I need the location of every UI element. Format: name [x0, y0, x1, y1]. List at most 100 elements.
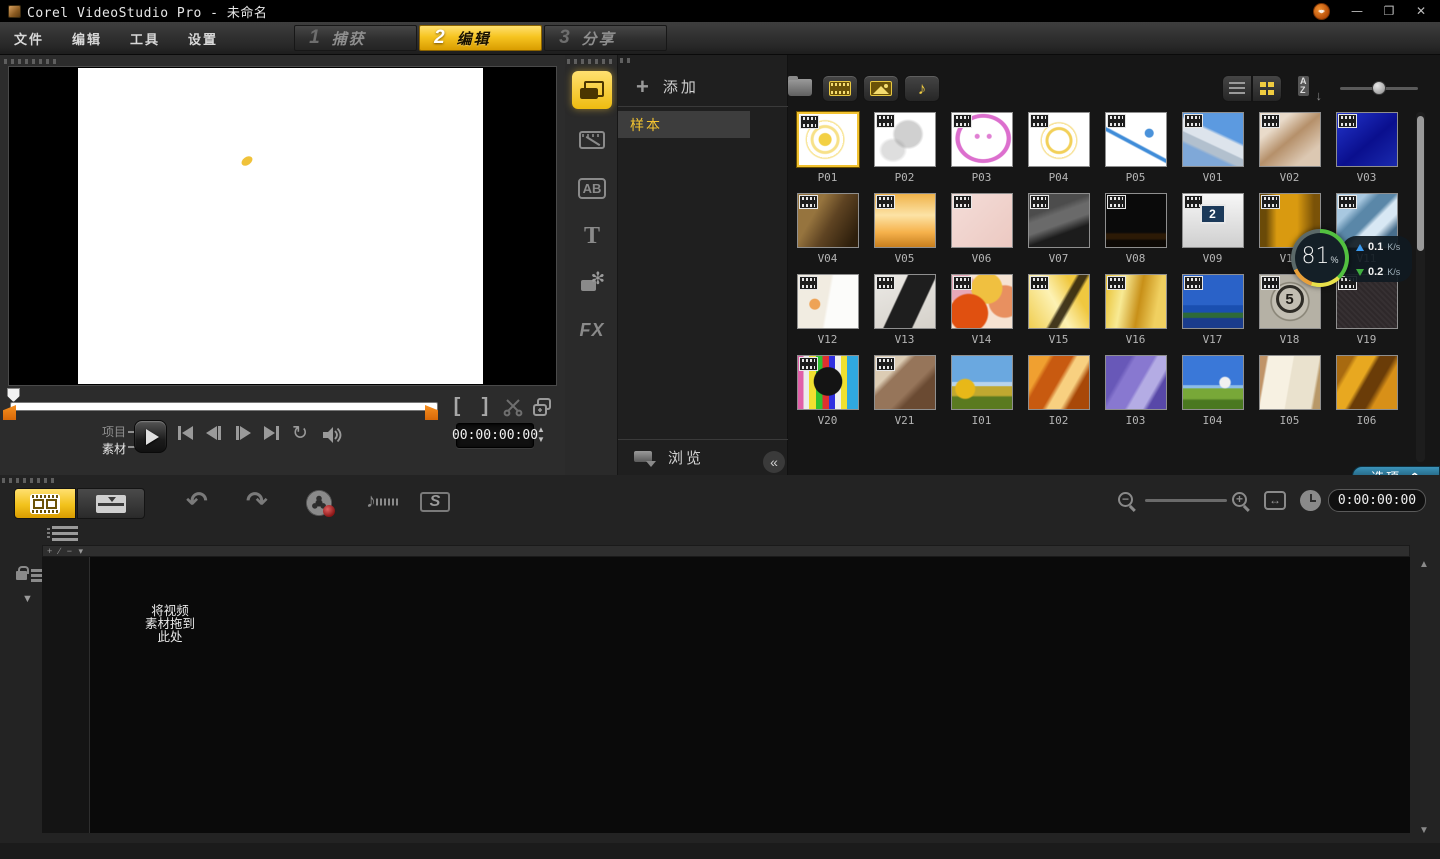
panel-drag-handle[interactable]	[2, 478, 54, 483]
thumbnail-image[interactable]	[1182, 355, 1244, 410]
memory-gauge-widget[interactable]: 81 %	[1291, 229, 1349, 287]
filter-video-button[interactable]	[822, 75, 858, 102]
menu-tools[interactable]: 工具	[116, 29, 174, 48]
timeline-zoom-slider[interactable]	[1145, 499, 1227, 502]
rail-instant-project-button[interactable]	[572, 121, 612, 159]
library-thumbnail-V05[interactable]: V05	[866, 193, 943, 274]
library-thumbnail-V13[interactable]: V13	[866, 274, 943, 355]
thumbnail-image[interactable]	[1336, 355, 1398, 410]
split-clip-icon[interactable]	[503, 397, 523, 417]
thumbnail-image[interactable]	[1028, 112, 1090, 167]
zoom-in-button[interactable]: +	[1232, 492, 1247, 507]
library-thumbnail-V06[interactable]: V06	[943, 193, 1020, 274]
mark-in-button[interactable]: [	[449, 395, 465, 418]
library-thumbnail-P01[interactable]: P01	[789, 112, 866, 193]
thumbnail-image[interactable]	[951, 355, 1013, 410]
record-capture-button[interactable]	[306, 490, 332, 516]
library-thumbnail-P04[interactable]: P04	[1020, 112, 1097, 193]
library-thumbnail-P05[interactable]: P05	[1097, 112, 1174, 193]
sound-mixer-button[interactable]: ♪	[366, 490, 376, 513]
library-thumbnail-I06[interactable]: I06	[1328, 355, 1405, 436]
storyboard-view-button[interactable]	[14, 488, 76, 519]
fit-timeline-button[interactable]: ↔	[1264, 491, 1286, 510]
library-thumbnail-V15[interactable]: V15	[1020, 274, 1097, 355]
library-thumbnail-I03[interactable]: I03	[1097, 355, 1174, 436]
thumbnail-image[interactable]	[951, 274, 1013, 329]
tab-edit[interactable]: 2 编辑	[419, 25, 542, 51]
rail-graphic-button[interactable]	[572, 263, 612, 301]
filter-audio-button[interactable]: ♪	[904, 75, 940, 102]
go-to-end-button[interactable]	[264, 426, 279, 440]
panel-drag-handle[interactable]	[567, 59, 615, 64]
volume-icon[interactable]	[322, 426, 344, 444]
redo-button[interactable]: ↷	[246, 486, 268, 517]
thumbnail-image[interactable]	[874, 274, 936, 329]
collapse-panel-button[interactable]: «	[763, 451, 785, 473]
thumbnail-image[interactable]	[1336, 112, 1398, 167]
library-thumbnail-I04[interactable]: I04	[1174, 355, 1251, 436]
library-thumbnail-P03[interactable]: P03	[943, 112, 1020, 193]
scrollbar-thumb[interactable]	[1417, 116, 1424, 251]
track-header-strip[interactable]: + ∕ − ▾	[42, 545, 1410, 557]
thumbnail-image[interactable]	[1105, 355, 1167, 410]
library-thumbnail-P02[interactable]: P02	[866, 112, 943, 193]
library-thumbnail-V21[interactable]: V21	[866, 355, 943, 436]
track-expand-arrow[interactable]: ▼	[22, 593, 33, 605]
menu-edit[interactable]: 编辑	[58, 29, 116, 48]
preview-timecode[interactable]: 00:00:00:00	[456, 423, 534, 448]
rail-filter-button[interactable]: FX	[572, 311, 612, 349]
library-thumbnail-V02[interactable]: V02	[1251, 112, 1328, 193]
library-thumbnail-V09[interactable]: 2V09	[1174, 193, 1251, 274]
thumbnail-image[interactable]	[874, 355, 936, 410]
timecode-spinner[interactable]: ▲ ▼	[537, 425, 545, 445]
thumbnail-image[interactable]	[1182, 112, 1244, 167]
thumbnail-image[interactable]	[1182, 274, 1244, 329]
library-thumbnail-V01[interactable]: V01	[1174, 112, 1251, 193]
library-thumbnail-V04[interactable]: V04	[789, 193, 866, 274]
library-thumbnail-I01[interactable]: I01	[943, 355, 1020, 436]
thumbnail-image[interactable]	[1028, 355, 1090, 410]
library-thumbnail-I05[interactable]: I05	[1251, 355, 1328, 436]
thumbnail-image[interactable]	[874, 193, 936, 248]
menu-settings[interactable]: 设置	[174, 29, 232, 48]
timeline-view-button[interactable]	[77, 488, 145, 519]
tab-capture[interactable]: 1 捕获	[294, 25, 417, 51]
library-thumbnail-V07[interactable]: V07	[1020, 193, 1097, 274]
thumbnail-image[interactable]	[797, 274, 859, 329]
library-thumbnail-V16[interactable]: V16	[1097, 274, 1174, 355]
repeat-button[interactable]: ↻	[292, 422, 308, 445]
library-thumbnail-V20[interactable]: V20	[789, 355, 866, 436]
grid-view-button[interactable]	[1252, 75, 1282, 102]
thumbnail-image[interactable]	[797, 112, 859, 167]
library-thumbnail-V12[interactable]: V12	[789, 274, 866, 355]
next-frame-button[interactable]	[236, 426, 251, 440]
scroll-down-arrow[interactable]: ▼	[1419, 825, 1429, 836]
thumbnail-size-slider[interactable]	[1340, 87, 1418, 90]
timeline-track-area[interactable]: 将视频 素材拖到 此处	[90, 557, 1410, 833]
smart-proxy-button[interactable]: S	[420, 492, 450, 512]
list-view-button[interactable]	[1222, 75, 1252, 102]
play-button[interactable]	[134, 420, 167, 453]
panel-drag-handle[interactable]	[620, 58, 630, 63]
thumbnail-image[interactable]	[1336, 274, 1398, 329]
thumbnail-image[interactable]	[951, 112, 1013, 167]
zoom-out-button[interactable]: −	[1118, 492, 1133, 507]
minimize-button[interactable]: —	[1344, 2, 1370, 20]
undo-button[interactable]: ↶	[186, 486, 208, 517]
previous-frame-button[interactable]	[206, 426, 221, 440]
thumbnail-image[interactable]: 2	[1182, 193, 1244, 248]
track-lock-icon[interactable]	[16, 565, 42, 585]
library-thumbnail-I02[interactable]: I02	[1020, 355, 1097, 436]
network-speed-panel[interactable]: 0.1 K/s 0.2 K/s	[1342, 236, 1412, 282]
security-ball-icon[interactable]	[1313, 3, 1330, 20]
library-thumbnail-V19[interactable]: V19	[1328, 274, 1405, 355]
library-thumbnail-V14[interactable]: V14	[943, 274, 1020, 355]
thumbnail-image[interactable]	[1105, 193, 1167, 248]
thumbnail-image[interactable]	[1028, 274, 1090, 329]
scrub-track[interactable]	[10, 402, 438, 411]
scrub-position-marker[interactable]	[7, 388, 20, 402]
thumbnail-image[interactable]	[797, 355, 859, 410]
panel-drag-handle[interactable]	[4, 59, 56, 64]
go-to-start-button[interactable]	[178, 426, 193, 440]
gallery-folder-sample[interactable]: 样本	[618, 111, 750, 138]
